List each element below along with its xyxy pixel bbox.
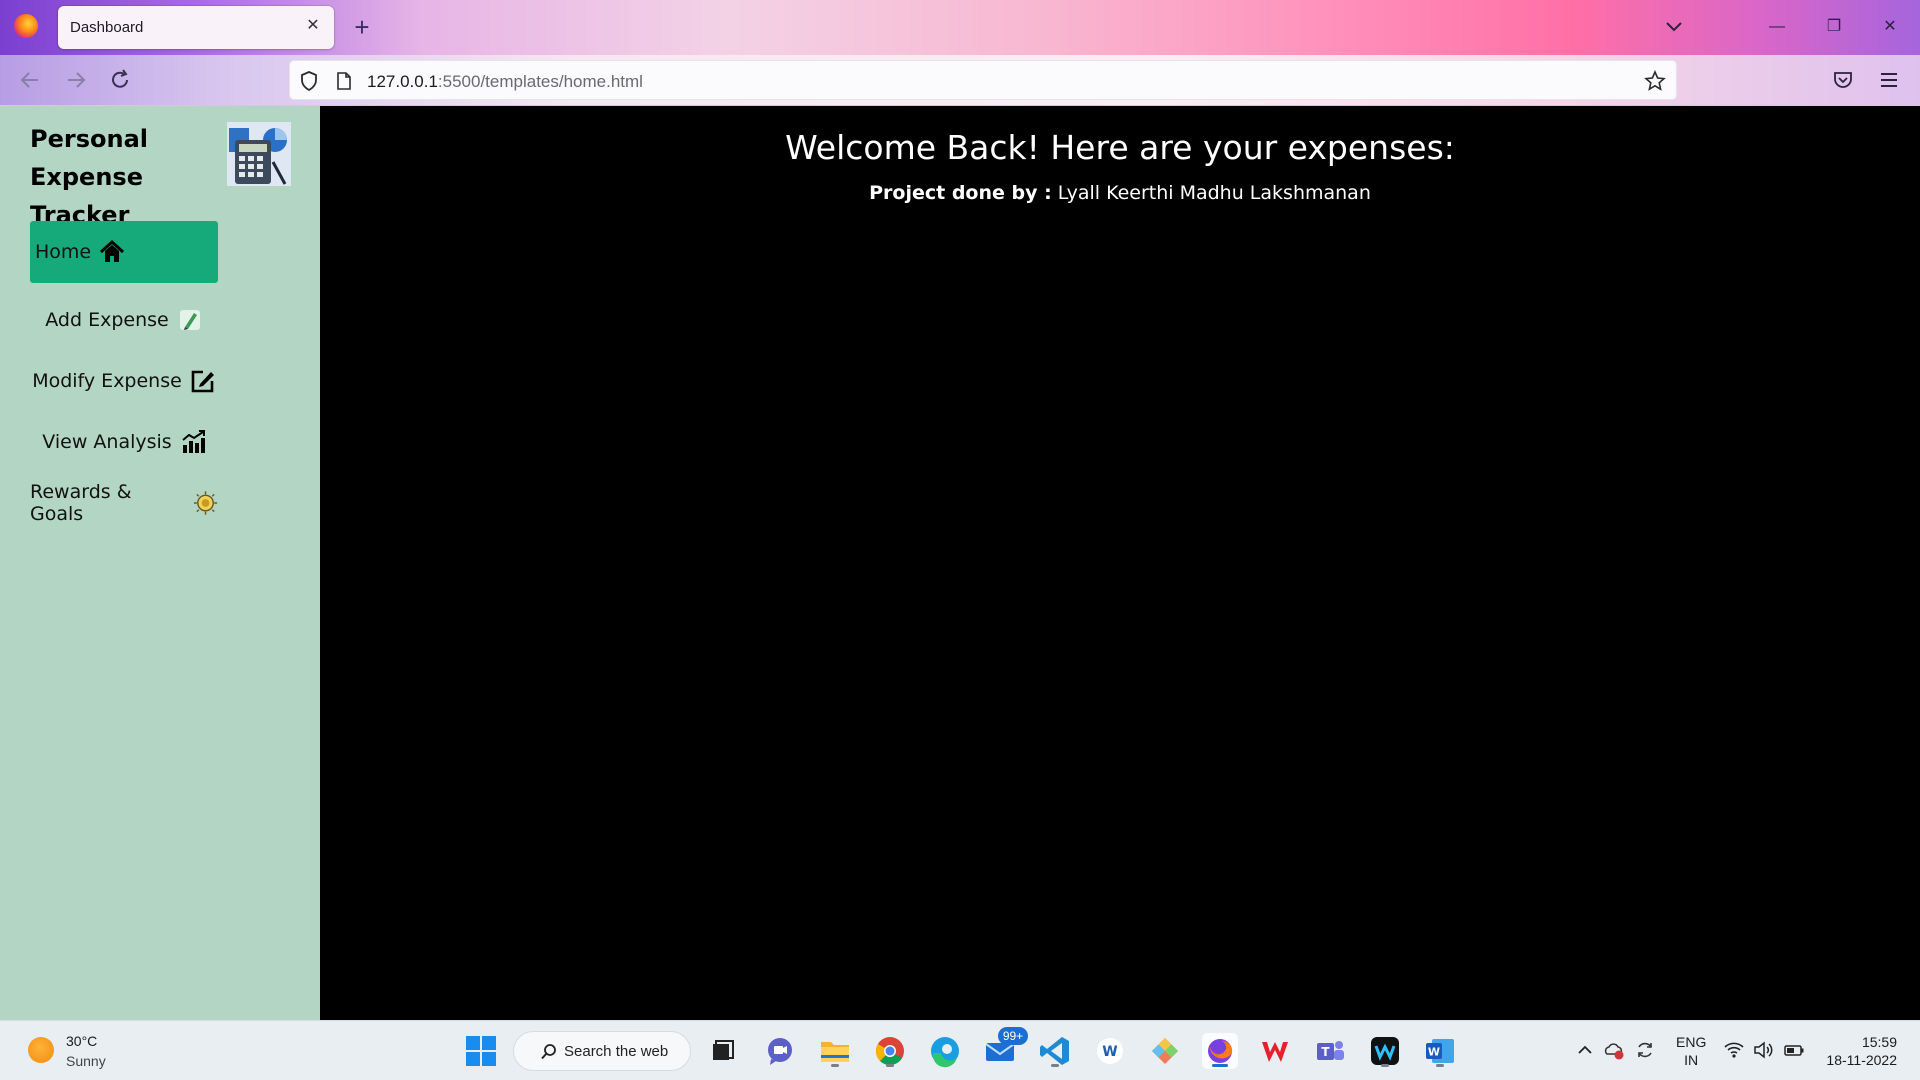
nav-rewards-goals[interactable]: Rewards & Goals (30, 472, 218, 534)
forward-arrow-icon[interactable] (60, 64, 92, 96)
edit-icon (191, 370, 214, 393)
search-icon (541, 1044, 556, 1060)
add-expense-icon (179, 310, 200, 330)
back-arrow-icon[interactable] (14, 64, 46, 96)
calculator-logo-icon (227, 122, 291, 186)
running-indicator (1381, 1064, 1389, 1067)
task-view-icon[interactable] (705, 1033, 741, 1069)
close-window-button[interactable]: ✕ (1870, 10, 1910, 44)
volume-icon[interactable] (1752, 1039, 1774, 1061)
app-title: Personal Expense Tracker (30, 125, 148, 229)
mail-badge: 99+ (998, 1027, 1028, 1045)
windows-taskbar: 30°C Sunny Search the web 99+ W T W ENG … (0, 1020, 1920, 1080)
chevron-up-icon[interactable] (1574, 1039, 1596, 1061)
tab-title: Dashboard (70, 19, 144, 36)
weather-sun-icon[interactable] (28, 1037, 54, 1063)
tab-dashboard[interactable]: Dashboard ✕ (58, 6, 334, 49)
system-clock[interactable]: 15:59 18-11-2022 (1823, 1033, 1897, 1069)
running-indicator (1051, 1064, 1059, 1067)
shield-icon[interactable] (298, 70, 320, 92)
chevron-down-icon[interactable] (1662, 14, 1686, 38)
nav-modify-expense-label: Modify Expense (32, 370, 182, 392)
credit-label: Project done by : (869, 182, 1052, 204)
nav-home-label: Home (35, 241, 92, 263)
svg-text:T: T (1321, 1045, 1330, 1059)
mail-icon[interactable]: 99+ (982, 1027, 1028, 1069)
word-icon[interactable]: W (1422, 1033, 1458, 1069)
file-explorer-icon[interactable] (817, 1033, 853, 1069)
running-indicator (886, 1064, 894, 1067)
region-code: IN (1684, 1052, 1699, 1068)
svg-text:W: W (1102, 1044, 1117, 1060)
browser-nav-bar: 127.0.0.1:5500/templates/home.html (0, 55, 1920, 106)
git-app-icon[interactable] (1147, 1033, 1183, 1069)
reload-icon[interactable] (104, 64, 136, 96)
windows-start-icon[interactable] (465, 1035, 497, 1067)
project-credits: Project done by : Lyall Keerthi Madhu La… (320, 182, 1920, 204)
bookmark-star-icon[interactable] (1644, 70, 1666, 92)
nav-view-analysis[interactable]: View Analysis (30, 411, 218, 473)
nav-view-analysis-label: View Analysis (42, 431, 172, 453)
nav-add-expense-label: Add Expense (45, 309, 169, 331)
taskbar-search[interactable]: Search the web (513, 1031, 691, 1071)
word-online-icon[interactable]: W (1092, 1033, 1128, 1069)
firefox-taskbar-icon[interactable] (1202, 1033, 1238, 1069)
wps-office-icon[interactable] (1257, 1033, 1293, 1069)
sync-icon[interactable] (1634, 1039, 1656, 1061)
vscode-icon[interactable] (1037, 1033, 1073, 1069)
weather-temperature[interactable]: 30°C (66, 1033, 97, 1049)
credit-name: Lyall Keerthi Madhu Lakshmanan (1057, 182, 1371, 204)
language-code: ENG (1676, 1034, 1707, 1050)
webex-icon[interactable] (1367, 1033, 1403, 1069)
battery-icon[interactable] (1783, 1039, 1805, 1061)
home-icon (100, 239, 125, 262)
running-indicator (1212, 1064, 1228, 1067)
restore-button[interactable]: ❐ (1814, 10, 1854, 44)
clock-date: 18-11-2022 (1826, 1052, 1897, 1068)
running-indicator (1436, 1064, 1444, 1067)
chrome-icon[interactable] (872, 1033, 908, 1069)
url-text[interactable]: 127.0.0.1:5500/templates/home.html (367, 72, 643, 92)
page-icon[interactable] (334, 71, 354, 91)
welcome-heading: Welcome Back! Here are your expenses: (785, 128, 1455, 167)
nav-add-expense[interactable]: Add Expense (30, 289, 218, 351)
search-label: Search the web (564, 1043, 669, 1060)
running-indicator (831, 1064, 839, 1067)
minimize-button[interactable]: — (1757, 10, 1797, 44)
reward-icon (193, 491, 218, 515)
nav-modify-expense[interactable]: Modify Expense (30, 350, 218, 412)
clock-time: 15:59 (1861, 1034, 1897, 1050)
teams-icon[interactable]: T (1312, 1033, 1348, 1069)
main-content: Welcome Back! Here are your expenses: Pr… (320, 106, 1920, 1020)
new-tab-button[interactable]: + (350, 12, 374, 42)
url-host: 127.0.0.1 (367, 72, 438, 91)
nav-home[interactable]: Home (30, 221, 218, 283)
nav-rewards-goals-label: Rewards & Goals (30, 481, 132, 525)
hamburger-menu-icon[interactable] (1878, 69, 1900, 91)
url-path: :5500/templates/home.html (437, 72, 643, 91)
firefox-logo-icon[interactable] (14, 14, 38, 38)
language-indicator[interactable]: ENG IN (1676, 1033, 1706, 1069)
chat-icon[interactable] (762, 1033, 798, 1069)
chart-icon (182, 430, 205, 453)
sidebar: Personal Expense Tracker Home Add Expens… (0, 106, 320, 1020)
onedrive-error-icon[interactable] (1603, 1039, 1625, 1061)
wifi-icon[interactable] (1723, 1039, 1745, 1061)
svg-text:W: W (1428, 1046, 1440, 1059)
weather-condition[interactable]: Sunny (66, 1053, 106, 1069)
tab-close-icon[interactable]: ✕ (302, 15, 324, 37)
url-bar[interactable]: 127.0.0.1:5500/templates/home.html (289, 60, 1677, 100)
edge-icon[interactable] (927, 1033, 963, 1069)
pocket-icon[interactable] (1832, 69, 1854, 91)
browser-tab-bar: Dashboard ✕ + — ❐ ✕ (0, 0, 1920, 55)
